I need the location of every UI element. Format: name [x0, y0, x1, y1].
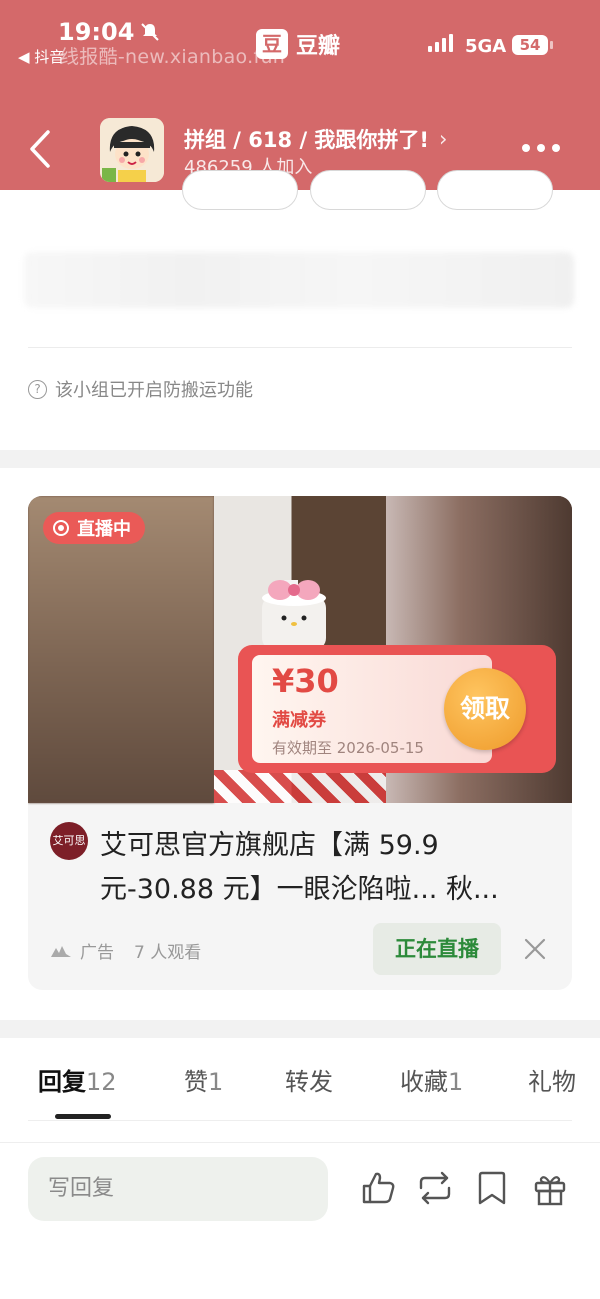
tab-count: 1 [448, 1068, 464, 1096]
chevron-right-icon: › [439, 127, 448, 151]
close-icon[interactable] [522, 936, 548, 962]
app-brand: 豆 豆瓣 [256, 28, 340, 60]
cartoon-girl-icon [100, 118, 164, 182]
ad-label: 广告 [80, 943, 114, 963]
network-type: 5GA [465, 36, 507, 57]
question-circle-icon: ? [28, 379, 47, 399]
group-title-text: 拼组 / 618 / 我跟你拼了! [184, 128, 429, 152]
group-avatar[interactable] [100, 118, 164, 182]
coupon-expiry: 有效期至 2026-05-15 [272, 739, 424, 757]
tab-likes[interactable]: 赞1 [184, 1062, 223, 1097]
coupon-type: 满减券 [272, 710, 326, 731]
tab-label: 收藏 [400, 1068, 448, 1096]
tab-reposts[interactable]: 转发 [285, 1062, 333, 1097]
tab-count: 1 [208, 1068, 224, 1096]
ad-mark-icon [51, 945, 71, 957]
back-to-app-link[interactable]: ◀ 抖音 [18, 46, 64, 67]
tab-gifts[interactable]: 礼物 [528, 1062, 576, 1097]
brand-name: 豆瓣 [296, 34, 341, 59]
tab-replies[interactable]: 回复12 [38, 1062, 117, 1097]
watch-live-button[interactable]: 正在直播 [373, 923, 501, 975]
gift-icon[interactable] [530, 1168, 570, 1208]
douban-logo-icon: 豆 [256, 29, 288, 59]
tab-count: 12 [86, 1068, 117, 1096]
section-gap [0, 450, 600, 468]
header-bar: 19:04 ◀ 抖音 线报酷-new.xianbao.fun 豆 豆瓣 5GA … [0, 0, 600, 190]
mute-bell-icon [141, 23, 159, 41]
live-badge-text: 直播中 [77, 519, 131, 540]
live-record-icon [53, 520, 69, 536]
coupon-amount: ¥30 [272, 662, 339, 700]
partial-pill-button[interactable] [182, 170, 298, 210]
tab-label: 回复 [38, 1068, 86, 1096]
tab-label: 转发 [285, 1068, 333, 1096]
repost-icon[interactable] [415, 1168, 455, 1208]
checkered-tablecloth [214, 770, 386, 803]
battery-icon: 54 [512, 35, 548, 55]
reply-input[interactable]: 写回复 [28, 1157, 328, 1221]
thumbs-up-icon[interactable] [358, 1168, 398, 1208]
faded-content-row [24, 252, 574, 308]
tab-label: 礼物 [528, 1068, 576, 1096]
group-title[interactable]: 拼组 / 618 / 我跟你拼了! › [184, 124, 447, 154]
shop-logo[interactable]: 艾可思 [50, 822, 88, 860]
battery-tip [550, 41, 553, 49]
divider [28, 347, 572, 348]
anti-repost-notice: ? 该小组已开启防搬运功能 [28, 376, 253, 402]
notice-text: 该小组已开启防搬运功能 [55, 380, 253, 401]
active-tab-indicator [55, 1114, 111, 1119]
ad-title[interactable]: 艾可思官方旗舰店【满 59.9 元-30.88 元】一眼沦陷啦... 秋... [100, 824, 540, 912]
tab-label: 赞 [184, 1068, 208, 1096]
signal-icon [428, 34, 453, 52]
back-arrow-icon[interactable] [28, 128, 52, 170]
partial-pill-button[interactable] [437, 170, 553, 210]
live-status-badge: 直播中 [43, 512, 145, 544]
section-gap [0, 1020, 600, 1038]
bookmark-icon[interactable] [472, 1168, 512, 1208]
ad-meta: 广告 7 人观看 [50, 938, 201, 963]
more-options-icon[interactable] [522, 144, 560, 152]
tab-collections[interactable]: 收藏1 [400, 1062, 463, 1097]
post-tabs: 回复12 赞1 转发 收藏1 礼物 [0, 1062, 600, 1102]
claim-coupon-button[interactable]: 领取 [444, 668, 526, 750]
partial-pill-button[interactable] [310, 170, 426, 210]
viewer-count: 7 人观看 [134, 943, 202, 963]
watermark-text: 线报酷-new.xianbao.fun [60, 46, 286, 68]
divider [28, 1120, 572, 1121]
